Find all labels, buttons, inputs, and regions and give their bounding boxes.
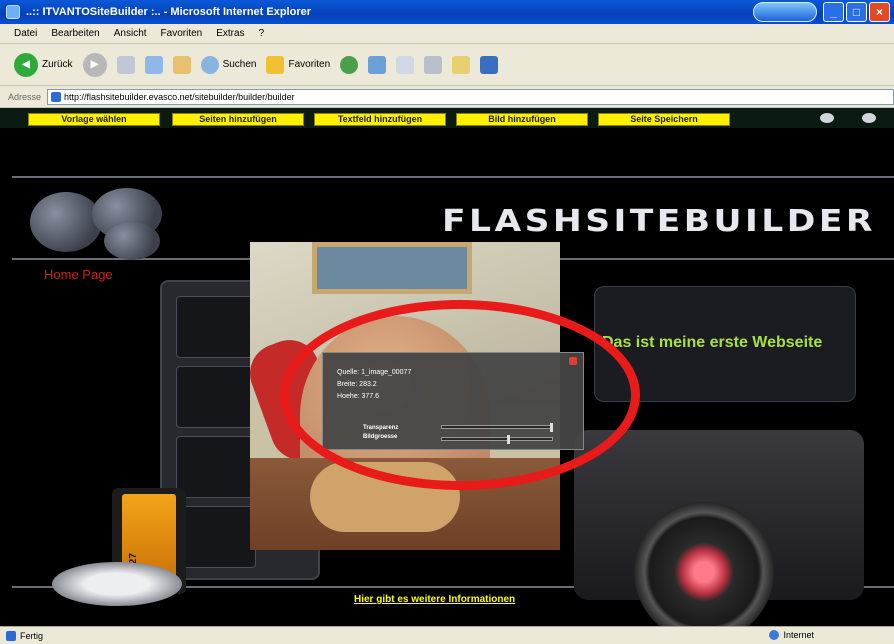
more-info-link[interactable]: Hier gibt es weitere Informationen — [354, 594, 515, 605]
forward-button[interactable]: ▶ — [82, 52, 107, 77]
back-button[interactable]: ◀ Zurück — [14, 52, 73, 77]
page-icon — [6, 630, 16, 641]
browser-toolbar: ◀ Zurück ▶ Suchen Favoriten — [0, 44, 894, 86]
page-content: Vorlage wählen Seiten hinzufügen Textfel… — [0, 108, 894, 626]
choose-template-button[interactable]: Vorlage wählen — [28, 113, 160, 126]
home-icon[interactable] — [172, 55, 191, 74]
nav-item[interactable] — [176, 436, 256, 498]
app-toolbar: Vorlage wählen Seiten hinzufügen Textfel… — [0, 108, 894, 128]
ie-icon — [6, 5, 20, 19]
app-option-icon[interactable] — [862, 113, 876, 123]
menu-datei[interactable]: Datei — [14, 28, 37, 39]
nav-item[interactable] — [176, 296, 256, 358]
mail-icon[interactable] — [396, 55, 415, 74]
divider — [12, 176, 894, 178]
forward-arrow-icon: ▶ — [82, 52, 107, 77]
print-icon[interactable] — [424, 55, 443, 74]
menu-ansicht[interactable]: Ansicht — [114, 28, 147, 39]
star-icon — [266, 55, 285, 74]
messenger-icon[interactable] — [480, 55, 499, 74]
globe-icon — [769, 630, 780, 640]
add-image-button[interactable]: Bild hinzufügen — [456, 113, 588, 126]
site-title: FLASHSITEBUILDER — [442, 204, 876, 239]
menu-favoriten[interactable]: Favoriten — [161, 28, 203, 39]
search-label: Suchen — [222, 59, 257, 70]
highlight-ellipse — [280, 300, 640, 490]
search-pill-icon — [753, 2, 817, 22]
menu-bearbeiten[interactable]: Bearbeiten — [51, 28, 99, 39]
menu-bar: Datei Bearbeiten Ansicht Favoriten Extra… — [0, 24, 894, 44]
menu-help[interactable]: ? — [259, 28, 265, 39]
address-bar: Adresse http://flashsitebuilder.evasco.n… — [0, 86, 894, 108]
address-input[interactable]: http://flashsitebuilder.evasco.net/siteb… — [47, 88, 894, 105]
back-arrow-icon: ◀ — [14, 52, 38, 77]
photo-frame — [312, 242, 472, 294]
window-title: ..:: ITVANTOSiteBuilder :.. - Microsoft … — [26, 6, 312, 18]
site-canvas: FLASHSITEBUILDER Home Page Das ist meine… — [12, 130, 894, 626]
stop-icon[interactable] — [116, 55, 135, 74]
menu-extras[interactable]: Extras — [216, 28, 244, 39]
title-bar: ..:: ITVANTOSiteBuilder :.. - Microsoft … — [0, 0, 894, 24]
favorites-button[interactable]: Favoriten — [266, 55, 331, 74]
film-reel — [52, 562, 182, 606]
decor-bubble — [30, 192, 102, 252]
add-pages-button[interactable]: Seiten hinzufügen — [172, 113, 304, 126]
media-icon[interactable] — [340, 55, 359, 74]
back-label: Zurück — [42, 59, 73, 70]
security-zone: Internet — [769, 630, 814, 640]
welcome-text[interactable]: Das ist meine erste Webseite — [602, 334, 822, 352]
search-button[interactable]: Suchen — [200, 55, 257, 74]
app-option-icon[interactable] — [820, 113, 834, 123]
search-icon — [200, 55, 219, 74]
add-textfield-button[interactable]: Textfeld hinzufügen — [314, 113, 446, 126]
close-button[interactable]: × — [869, 2, 890, 22]
nav-item[interactable] — [176, 506, 256, 568]
zone-label: Internet — [783, 630, 814, 640]
home-page-label[interactable]: Home Page — [44, 267, 113, 282]
address-label: Adresse — [8, 91, 42, 102]
window-controls: _ □ × — [753, 2, 890, 22]
status-bar: Fertig Internet — [0, 626, 894, 644]
minimize-button[interactable]: _ — [823, 2, 844, 22]
refresh-icon[interactable] — [144, 55, 163, 74]
save-page-button[interactable]: Seite Speichern — [598, 113, 730, 126]
favorites-label: Favoriten — [288, 59, 331, 70]
decor-bubble — [104, 222, 160, 260]
history-icon[interactable] — [368, 55, 387, 74]
status-text: Fertig — [20, 630, 44, 641]
nav-item[interactable] — [176, 366, 256, 428]
folder-icon[interactable] — [452, 55, 471, 74]
maximize-button[interactable]: □ — [846, 2, 867, 22]
